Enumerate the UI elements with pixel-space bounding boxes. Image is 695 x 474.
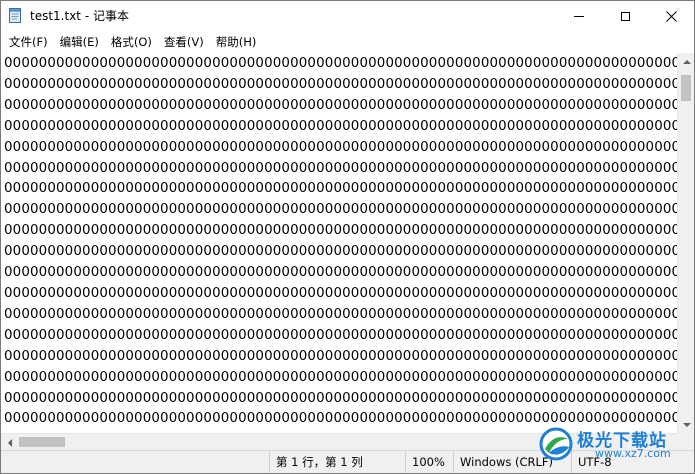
maximize-icon	[620, 11, 630, 21]
editor-line[interactable]: 0000000000000000000000000000000000000000…	[4, 284, 677, 305]
menu-view[interactable]: 查看(V)	[158, 32, 210, 52]
arrow-up-icon	[682, 59, 691, 64]
editor-line[interactable]: 0000000000000000000000000000000000000000…	[4, 305, 677, 326]
editor-line[interactable]: 0000000000000000000000000000000000000000…	[4, 389, 677, 410]
vertical-scrollbar[interactable]	[677, 53, 694, 433]
editor-line[interactable]: 0000000000000000000000000000000000000000…	[4, 159, 677, 180]
editor-line[interactable]: 0000000000000000000000000000000000000000…	[4, 117, 677, 138]
vertical-scroll-thumb[interactable]	[681, 75, 691, 101]
menu-edit[interactable]: 编辑(E)	[54, 32, 105, 52]
watermark-logo-icon	[539, 427, 573, 461]
editor-line[interactable]: 0000000000000000000000000000000000000000…	[4, 221, 677, 242]
editor-line[interactable]: 0000000000000000000000000000000000000000…	[4, 326, 677, 347]
minimize-icon	[574, 15, 584, 17]
horizontal-scroll-thumb[interactable]	[19, 437, 65, 447]
scroll-up-button[interactable]	[678, 53, 694, 70]
menu-format[interactable]: 格式(O)	[105, 32, 158, 52]
minimize-button[interactable]	[556, 1, 602, 31]
notepad-window: test1.txt - 记事本 文件(F) 编辑(E) 格式(O) 查看(V) …	[0, 0, 695, 474]
text-editor[interactable]: 0000000000000000000000000000000000000000…	[1, 53, 677, 433]
notepad-icon	[9, 8, 21, 23]
editor-line[interactable]: 0000000000000000000000000000000000000000…	[4, 138, 677, 159]
close-button[interactable]	[648, 1, 694, 31]
editor-line[interactable]: 0000000000000000000000000000000000000000…	[4, 54, 677, 75]
menu-file[interactable]: 文件(F)	[3, 32, 54, 52]
title-bar[interactable]: test1.txt - 记事本	[1, 1, 694, 31]
window-title: test1.txt - 记事本	[30, 9, 129, 23]
watermark: 极光下载站 www.xz7.com	[539, 425, 689, 465]
arrow-left-icon	[7, 438, 12, 447]
editor-line[interactable]: 0000000000000000000000000000000000000000…	[4, 347, 677, 368]
editor-line[interactable]: 0000000000000000000000000000000000000000…	[4, 75, 677, 96]
editor-line[interactable]: 0000000000000000000000000000000000000000…	[4, 200, 677, 221]
menu-help[interactable]: 帮助(H)	[210, 32, 263, 52]
editor-line[interactable]: 0000000000000000000000000000000000000000…	[4, 263, 677, 284]
editor-line[interactable]: 0000000000000000000000000000000000000000…	[4, 179, 677, 200]
menu-bar: 文件(F) 编辑(E) 格式(O) 查看(V) 帮助(H)	[1, 32, 694, 52]
cursor-position: 第 1 行，第 1 列	[269, 451, 405, 473]
editor-content[interactable]: 0000000000000000000000000000000000000000…	[4, 54, 677, 430]
close-icon	[665, 10, 677, 22]
scroll-left-button[interactable]	[1, 434, 18, 451]
editor-line[interactable]: 0000000000000000000000000000000000000000…	[4, 242, 677, 263]
maximize-button[interactable]	[602, 1, 648, 31]
editor-line[interactable]: 0000000000000000000000000000000000000000…	[4, 96, 677, 117]
editor-line[interactable]: 0000000000000000000000000000000000000000…	[4, 368, 677, 389]
zoom-level: 100%	[405, 451, 453, 473]
watermark-url: www.xz7.com	[595, 447, 671, 460]
